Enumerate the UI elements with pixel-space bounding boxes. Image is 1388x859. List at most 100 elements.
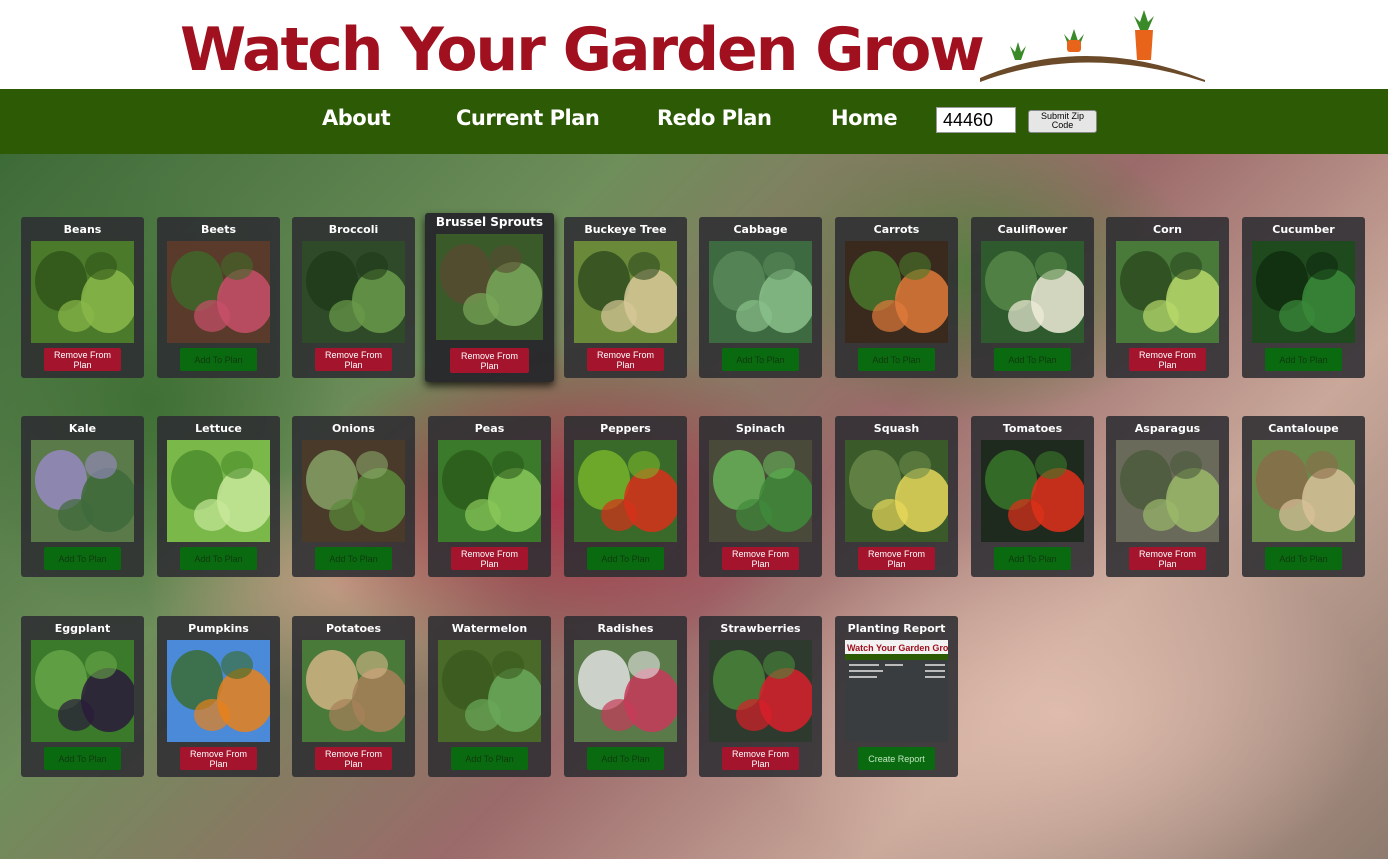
report-preview-image[interactable]: Watch Your Garden Grow bbox=[845, 640, 948, 742]
remove-from-plan-button[interactable]: Remove From Plan bbox=[722, 747, 799, 770]
site-header: Watch Your Garden Grow bbox=[0, 0, 1388, 89]
add-to-plan-button[interactable]: Add To Plan bbox=[858, 348, 935, 371]
plant-card: Peppers Add To Plan bbox=[564, 416, 687, 577]
plant-photo[interactable] bbox=[709, 640, 812, 742]
add-to-plan-button[interactable]: Add To Plan bbox=[1265, 348, 1342, 371]
add-to-plan-button[interactable]: Add To Plan bbox=[451, 747, 528, 770]
plant-card-title: Potatoes bbox=[325, 622, 382, 635]
report-preview-title: Watch Your Garden Grow bbox=[847, 643, 948, 653]
plant-card: Corn Remove From Plan bbox=[1106, 217, 1229, 378]
plant-card-title: Lettuce bbox=[195, 422, 242, 435]
plant-photo[interactable] bbox=[436, 234, 543, 340]
plant-card: Carrots Add To Plan bbox=[835, 217, 958, 378]
remove-from-plan-button[interactable]: Remove From Plan bbox=[44, 348, 121, 371]
plant-card: Eggplant Add To Plan bbox=[21, 616, 144, 777]
remove-from-plan-button[interactable]: Remove From Plan bbox=[858, 547, 935, 570]
add-to-plan-button[interactable]: Add To Plan bbox=[587, 547, 664, 570]
plant-card-title: Strawberries bbox=[720, 622, 801, 635]
plant-card-title: Eggplant bbox=[54, 622, 111, 635]
plant-card: Beans Remove From Plan bbox=[21, 217, 144, 378]
remove-from-plan-button[interactable]: Remove From Plan bbox=[587, 348, 664, 371]
plant-card-title: Brussel Sprouts bbox=[435, 215, 544, 229]
nav-redo-plan[interactable]: Redo Plan bbox=[657, 106, 772, 130]
plant-photo[interactable] bbox=[845, 440, 948, 542]
plant-card: Broccoli Remove From Plan bbox=[292, 217, 415, 378]
plant-photo[interactable] bbox=[1252, 440, 1355, 542]
plant-photo[interactable] bbox=[1116, 241, 1219, 343]
add-to-plan-button[interactable]: Add To Plan bbox=[315, 547, 392, 570]
plant-photo[interactable] bbox=[31, 640, 134, 742]
add-to-plan-button[interactable]: Add To Plan bbox=[44, 747, 121, 770]
plant-photo[interactable] bbox=[167, 241, 270, 343]
plant-card: Cauliflower Add To Plan bbox=[971, 217, 1094, 378]
remove-from-plan-button[interactable]: Remove From Plan bbox=[180, 747, 257, 770]
add-to-plan-button[interactable]: Add To Plan bbox=[180, 348, 257, 371]
nav-about[interactable]: About bbox=[322, 106, 391, 130]
plant-card-title: Cabbage bbox=[733, 223, 788, 236]
remove-from-plan-button[interactable]: Remove From Plan bbox=[315, 747, 392, 770]
submit-zip-button[interactable]: Submit Zip Code bbox=[1028, 110, 1097, 133]
plant-card: Kale Add To Plan bbox=[21, 416, 144, 577]
plant-photo[interactable] bbox=[438, 640, 541, 742]
add-to-plan-button[interactable]: Add To Plan bbox=[180, 547, 257, 570]
plant-card: Brussel Sprouts Remove From Plan bbox=[425, 213, 554, 382]
plant-photo[interactable] bbox=[845, 241, 948, 343]
plant-photo[interactable] bbox=[981, 241, 1084, 343]
plant-card: Cabbage Add To Plan bbox=[699, 217, 822, 378]
zip-code-input[interactable] bbox=[936, 107, 1016, 133]
plant-photo[interactable] bbox=[302, 440, 405, 542]
plant-photo[interactable] bbox=[574, 640, 677, 742]
create-report-button[interactable]: Create Report bbox=[858, 747, 935, 770]
plant-photo[interactable] bbox=[709, 440, 812, 542]
plant-photo[interactable] bbox=[574, 440, 677, 542]
plant-photo[interactable] bbox=[1116, 440, 1219, 542]
plant-photo[interactable] bbox=[1252, 241, 1355, 343]
remove-from-plan-button[interactable]: Remove From Plan bbox=[315, 348, 392, 371]
plant-card: Cantaloupe Add To Plan bbox=[1242, 416, 1365, 577]
plant-photo[interactable] bbox=[167, 440, 270, 542]
remove-from-plan-button[interactable]: Remove From Plan bbox=[451, 547, 528, 570]
plant-card: Radishes Add To Plan bbox=[564, 616, 687, 777]
plant-card-title: Peas bbox=[474, 422, 505, 435]
remove-from-plan-button[interactable]: Remove From Plan bbox=[722, 547, 799, 570]
plant-card-title: Tomatoes bbox=[1002, 422, 1063, 435]
plant-photo[interactable] bbox=[981, 440, 1084, 542]
plant-card-title: Pumpkins bbox=[188, 622, 249, 635]
plant-card: Squash Remove From Plan bbox=[835, 416, 958, 577]
plant-card-title: Cucumber bbox=[1272, 223, 1335, 236]
add-to-plan-button[interactable]: Add To Plan bbox=[994, 547, 1071, 570]
add-to-plan-button[interactable]: Add To Plan bbox=[1265, 547, 1342, 570]
plant-card-title: Radishes bbox=[597, 622, 654, 635]
nav-current-plan[interactable]: Current Plan bbox=[456, 106, 600, 130]
plant-card-title: Squash bbox=[873, 422, 920, 435]
add-to-plan-button[interactable]: Add To Plan bbox=[994, 348, 1071, 371]
plant-photo[interactable] bbox=[574, 241, 677, 343]
plant-card: Pumpkins Remove From Plan bbox=[157, 616, 280, 777]
plant-card-title: Asparagus bbox=[1134, 422, 1201, 435]
remove-from-plan-button[interactable]: Remove From Plan bbox=[1129, 547, 1206, 570]
add-to-plan-button[interactable]: Add To Plan bbox=[722, 348, 799, 371]
plant-photo[interactable] bbox=[302, 241, 405, 343]
remove-from-plan-button[interactable]: Remove From Plan bbox=[1129, 348, 1206, 371]
plant-card: Tomatoes Add To Plan bbox=[971, 416, 1094, 577]
add-to-plan-button[interactable]: Add To Plan bbox=[44, 547, 121, 570]
plant-card: Watermelon Add To Plan bbox=[428, 616, 551, 777]
plant-card-title: Beans bbox=[63, 223, 102, 236]
remove-from-plan-button[interactable]: Remove From Plan bbox=[450, 348, 529, 373]
plant-photo[interactable] bbox=[438, 440, 541, 542]
plant-photo[interactable] bbox=[302, 640, 405, 742]
plant-photo[interactable] bbox=[709, 241, 812, 343]
plant-photo[interactable] bbox=[31, 241, 134, 343]
plant-card-title: Cantaloupe bbox=[1268, 422, 1339, 435]
plant-photo[interactable] bbox=[31, 440, 134, 542]
add-to-plan-button[interactable]: Add To Plan bbox=[587, 747, 664, 770]
plant-card-title: Beets bbox=[200, 223, 237, 236]
garden-carrots-logo-icon bbox=[980, 10, 1205, 82]
plant-card: Asparagus Remove From Plan bbox=[1106, 416, 1229, 577]
plant-card: Spinach Remove From Plan bbox=[699, 416, 822, 577]
nav-home[interactable]: Home bbox=[831, 106, 898, 130]
plant-card-title: Peppers bbox=[600, 422, 651, 435]
plant-photo[interactable] bbox=[167, 640, 270, 742]
plant-card-title: Spinach bbox=[735, 422, 786, 435]
plant-card-title: Watermelon bbox=[451, 622, 528, 635]
